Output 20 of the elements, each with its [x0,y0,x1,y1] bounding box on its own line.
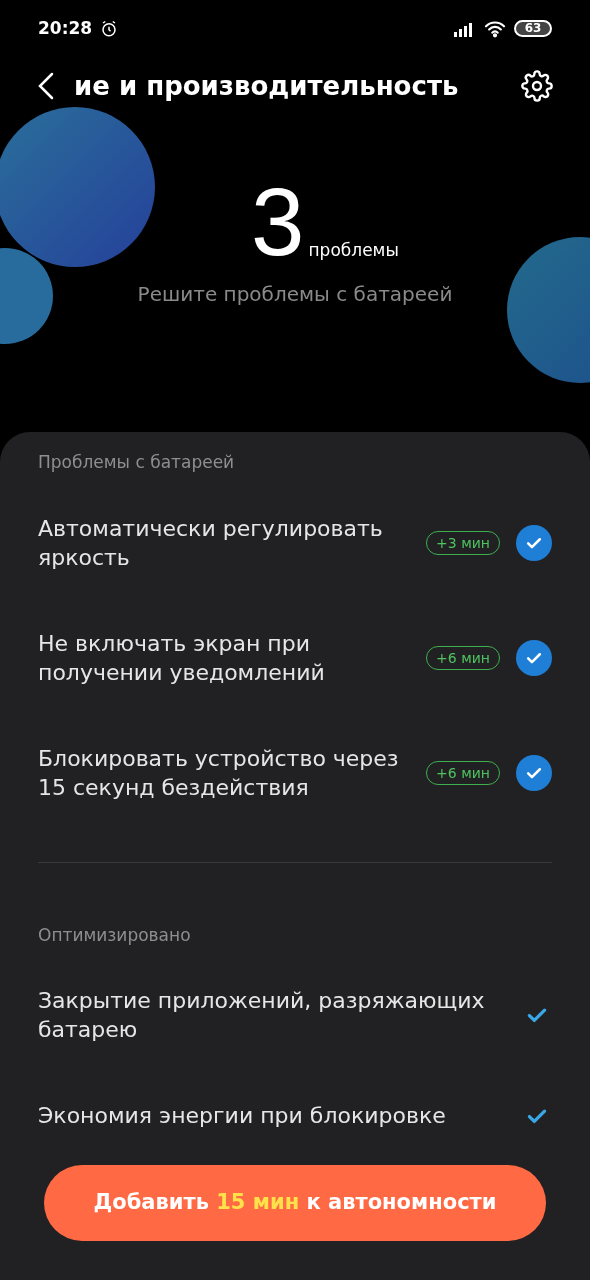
problem-count: 3 [251,179,305,265]
checkbox[interactable] [516,639,552,676]
item-label: Закрытие приложений, разряжающих батарею [38,987,486,1044]
settings-button[interactable] [520,69,554,103]
page-title: ие и производительность [74,69,460,103]
add-autonomy-button[interactable]: Добавить 15 мин к автономности [44,1165,546,1241]
wifi-icon [484,19,506,38]
section-title: Оптимизировано [38,923,192,947]
clock-time: 20:28 [38,16,93,40]
summary-subtitle: Решите проблемы с батареей [137,281,453,308]
problem-count-label: проблемы [308,238,399,262]
checkbox[interactable] [516,754,552,791]
item-label: Экономия энергии при блокировке [38,1102,447,1130]
section-title: Проблемы с батареей [38,451,236,474]
alarm-icon [100,19,119,38]
item-label: Не включать экран при получении уведомлений [38,629,326,687]
item-label: Автоматически регулировать яркость [38,514,384,572]
item-label: Блокировать устройство через 15 секунд бездействия [38,744,400,802]
battery-indicator: 63 [514,20,552,37]
checkbox[interactable] [516,524,552,561]
